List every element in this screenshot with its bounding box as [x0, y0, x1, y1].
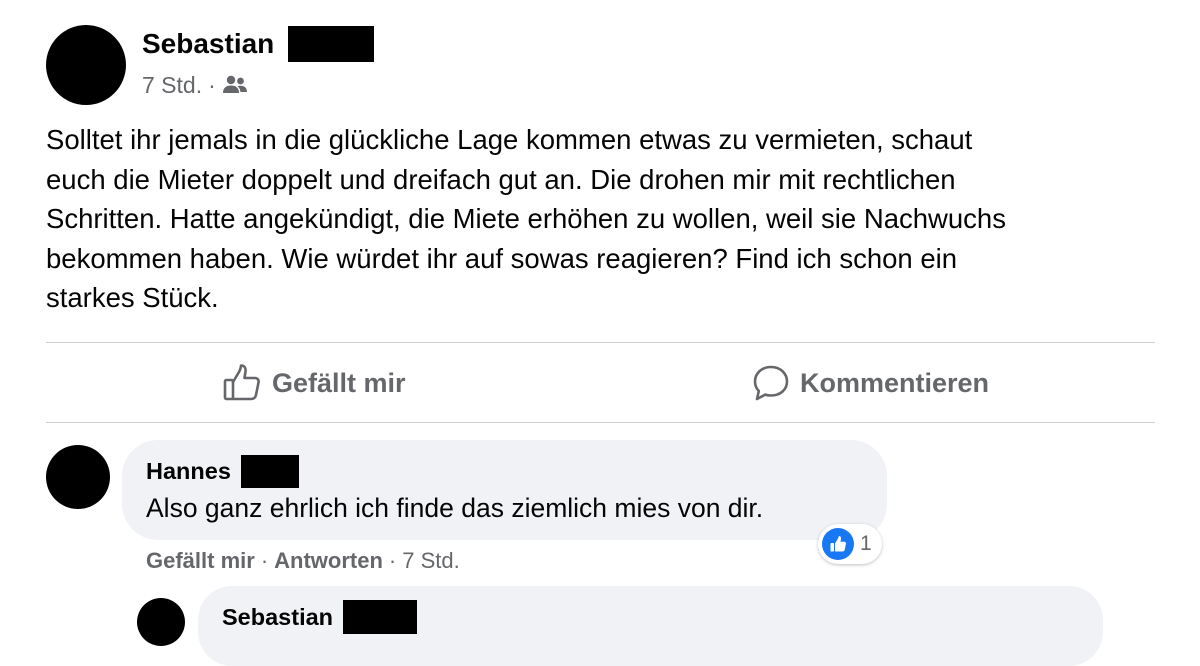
comment-time[interactable]: 7 Std. [402, 546, 459, 576]
post-text: Solltet ihr jemals in die glückliche Lag… [46, 124, 1006, 314]
reply-author-avatar[interactable] [137, 598, 185, 646]
comment-button[interactable]: Kommentieren [752, 360, 989, 406]
meta-separator: · [388, 548, 397, 573]
friends-icon[interactable] [222, 75, 248, 95]
redacted-surname [288, 26, 375, 62]
comment-text: Also ganz ehrlich ich finde das ziemlich… [146, 493, 764, 523]
like-button-label: Gefällt mir [272, 367, 406, 398]
comment-actions: Gefällt mir · Antworten · 7 Std. [146, 546, 460, 576]
meta-separator: · [260, 548, 269, 573]
reply-author[interactable]: Sebastian [222, 600, 418, 634]
meta-separator: · [208, 72, 216, 98]
speech-bubble-icon [752, 364, 790, 402]
commenter-avatar[interactable] [46, 445, 110, 509]
like-reaction-icon [822, 528, 854, 560]
post-time[interactable]: 7 Std. [142, 70, 202, 100]
post-author[interactable]: Sebastian [142, 26, 375, 62]
post-author-avatar[interactable] [46, 25, 126, 105]
divider [46, 422, 1155, 423]
post-author-name[interactable]: Sebastian [142, 26, 274, 62]
redacted-surname [240, 454, 299, 488]
comment-author[interactable]: Hannes [146, 454, 299, 488]
reply-author-name[interactable]: Sebastian [222, 601, 333, 633]
comment-author-name[interactable]: Hannes [146, 454, 231, 488]
post-meta: 7 Std. · [142, 70, 248, 100]
reaction-summary[interactable]: 1 [818, 524, 882, 564]
thumbs-up-icon [222, 363, 262, 403]
reaction-count: 1 [860, 532, 872, 555]
comment-like-link[interactable]: Gefällt mir [146, 546, 255, 576]
like-button[interactable]: Gefällt mir [222, 360, 406, 406]
divider [46, 342, 1155, 343]
redacted-surname [343, 600, 418, 634]
comment-button-label: Kommentieren [800, 367, 990, 398]
comment-reply-link[interactable]: Antworten [274, 546, 383, 576]
